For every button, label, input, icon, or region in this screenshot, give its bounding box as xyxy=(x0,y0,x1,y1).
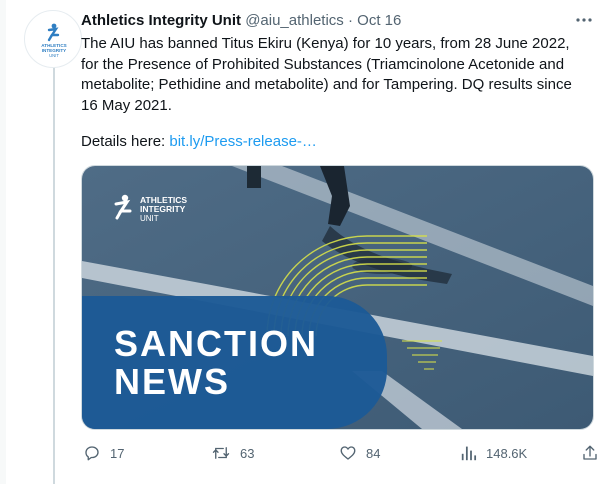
tweet-card[interactable]: ATHLETICS INTEGRITY UNIT Athletics Integ… xyxy=(6,0,615,484)
more-icon[interactable] xyxy=(572,10,596,30)
share-button[interactable] xyxy=(581,442,608,464)
action-bar: 17 63 84 148.6K xyxy=(81,442,601,464)
details-label: Details here: xyxy=(81,133,170,150)
author-handle[interactable]: @aiu_athletics xyxy=(245,12,344,29)
like-count: 84 xyxy=(366,445,381,461)
tweet-text: The AIU has banned Titus Ekiru (Kenya) f… xyxy=(81,35,572,114)
press-release-link[interactable]: bit.ly/Press-release-… xyxy=(169,133,317,150)
media-image[interactable]: ATHLETICS INTEGRITY UNIT SANCTION NEWS xyxy=(81,165,594,430)
views-button[interactable]: 148.6K xyxy=(461,442,527,464)
retweet-icon xyxy=(212,447,230,459)
reply-count: 17 xyxy=(110,445,125,461)
details-line: Details here: bit.ly/Press-release-… xyxy=(81,132,317,152)
author-name[interactable]: Athletics Integrity Unit xyxy=(81,12,241,29)
aiu-logo-icon: ATHLETICS INTEGRITY UNIT xyxy=(41,23,67,58)
media-logo-line3: UNIT xyxy=(140,214,159,223)
media-headline-line2: NEWS xyxy=(114,361,230,402)
view-count: 148.6K xyxy=(486,445,528,461)
views-icon xyxy=(461,446,477,461)
media-logo-line2: INTEGRITY xyxy=(140,204,186,214)
reply-button[interactable]: 17 xyxy=(83,442,124,464)
like-button[interactable]: 84 xyxy=(339,442,380,464)
separator-dot: · xyxy=(347,12,353,29)
share-icon xyxy=(583,445,597,460)
tweet-header: Athletics Integrity Unit @aiu_athletics … xyxy=(81,11,551,31)
tweet-date[interactable]: Oct 16 xyxy=(357,12,401,29)
retweet-count: 63 xyxy=(240,445,255,461)
avatar-logo-line3: UNIT xyxy=(49,53,59,58)
thread-line xyxy=(53,60,55,484)
heart-icon xyxy=(340,446,356,460)
avatar[interactable]: ATHLETICS INTEGRITY UNIT xyxy=(24,10,82,68)
media-headline-line1: SANCTION xyxy=(114,323,318,364)
retweet-button[interactable]: 63 xyxy=(211,442,254,464)
reply-icon xyxy=(85,446,99,461)
